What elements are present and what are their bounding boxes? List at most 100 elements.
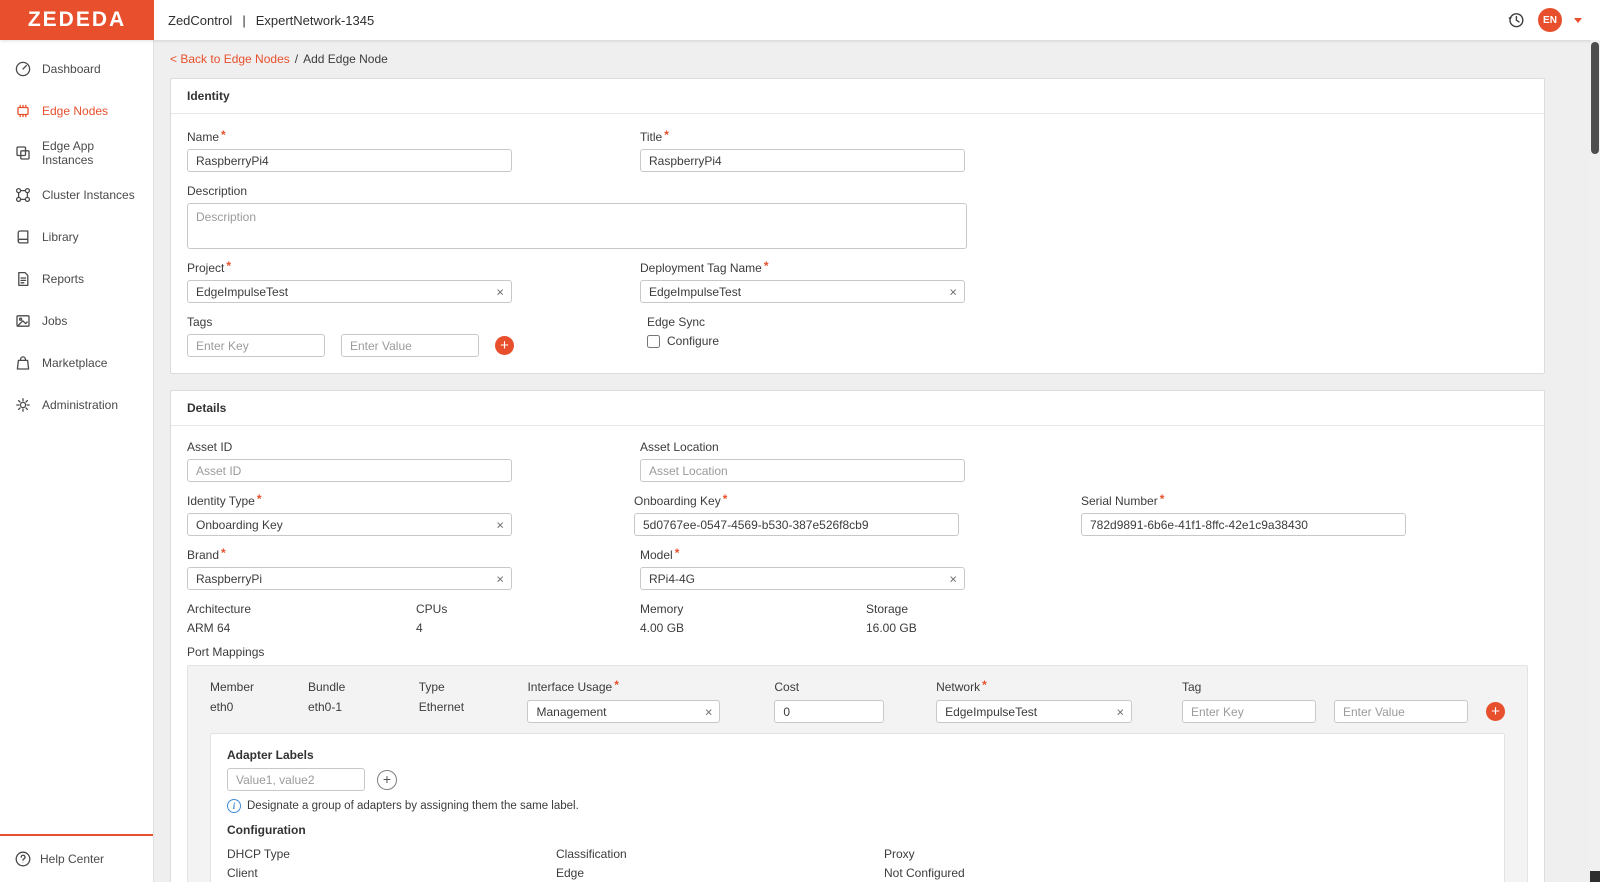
- memory-value: 4.00 GB: [640, 621, 685, 635]
- serial-number-label: Serial Number: [1081, 494, 1528, 508]
- storage-label: Storage: [866, 602, 909, 616]
- description-input[interactable]: [187, 203, 967, 249]
- asset-id-label: Asset ID: [187, 440, 233, 454]
- description-label: Description: [187, 184, 248, 198]
- cpus-label: CPUs: [416, 602, 448, 616]
- identity-type-select[interactable]: ×: [187, 513, 512, 536]
- add-tag-button[interactable]: +: [495, 336, 514, 355]
- storage-value: 16.00 GB: [866, 621, 917, 635]
- sidebar: Dashboard Edge Nodes Edge App Instances …: [0, 40, 154, 882]
- interface-usage-label: Interface Usage: [527, 680, 774, 694]
- avatar[interactable]: EN: [1538, 8, 1562, 32]
- back-to-edge-nodes-link[interactable]: < Back to Edge Nodes: [170, 52, 290, 66]
- sidebar-item-label: Jobs: [42, 314, 68, 328]
- gauge-icon: [14, 60, 32, 78]
- brand-input[interactable]: [187, 567, 512, 590]
- tags-label: Tags: [187, 315, 213, 329]
- logo-text: ZEDEDA: [27, 8, 127, 31]
- clear-icon[interactable]: ×: [949, 285, 957, 298]
- breadcrumb: < Back to Edge Nodes / Add Edge Node: [170, 52, 1545, 66]
- help-center[interactable]: Help Center: [0, 836, 153, 882]
- sidebar-item-administration[interactable]: Administration: [0, 384, 153, 426]
- add-port-mapping-button[interactable]: +: [1486, 702, 1505, 721]
- model-label: Model: [640, 548, 1093, 562]
- interface-usage-input[interactable]: [527, 700, 721, 723]
- clear-icon[interactable]: ×: [1116, 705, 1124, 718]
- name-input[interactable]: [187, 149, 512, 172]
- serial-number-input[interactable]: [1081, 513, 1406, 536]
- clear-icon[interactable]: ×: [949, 572, 957, 585]
- port-tag-key-input[interactable]: [1182, 700, 1316, 723]
- project-select[interactable]: ×: [187, 280, 512, 303]
- identity-section-title: Identity: [171, 79, 1544, 114]
- project-input[interactable]: [187, 280, 512, 303]
- clear-icon[interactable]: ×: [496, 285, 504, 298]
- sidebar-item-library[interactable]: Library: [0, 216, 153, 258]
- asset-location-input[interactable]: [640, 459, 965, 482]
- library-icon: [14, 228, 32, 246]
- sidebar-item-dashboard[interactable]: Dashboard: [0, 48, 153, 90]
- sidebar-item-edge-app-instances[interactable]: Edge App Instances: [0, 132, 153, 174]
- network-select[interactable]: ×: [936, 700, 1133, 723]
- port-mapping-row: Member eth0 Bundle eth0-1 Type Ethernet …: [210, 680, 1505, 723]
- adapter-config-card: Adapter Labels + i Designate a group of …: [210, 733, 1505, 882]
- port-tag-value-input[interactable]: [1334, 700, 1468, 723]
- model-input[interactable]: [640, 567, 965, 590]
- app-title: ZedControl: [168, 12, 233, 28]
- network-label: Network: [936, 680, 1182, 694]
- sidebar-item-reports[interactable]: Reports: [0, 258, 153, 300]
- onboarding-key-label: Onboarding Key: [634, 494, 1081, 508]
- zededa-logo[interactable]: ZEDEDA: [0, 0, 154, 40]
- configuration-title: Configuration: [227, 823, 306, 837]
- identity-type-input[interactable]: [187, 513, 512, 536]
- history-icon[interactable]: [1506, 10, 1526, 30]
- port-tag-label: Tag: [1182, 680, 1202, 694]
- sidebar-item-jobs[interactable]: Jobs: [0, 300, 153, 342]
- proxy-value: Not Configured: [884, 866, 965, 880]
- dhcp-type-value: Client: [227, 866, 258, 880]
- member-label: Member: [210, 680, 255, 694]
- architecture-label: Architecture: [187, 602, 252, 616]
- identity-card: Identity Name Title Description: [170, 78, 1545, 374]
- type-value: Ethernet: [418, 700, 465, 714]
- model-select[interactable]: ×: [640, 567, 965, 590]
- edge-sync-configure-checkbox[interactable]: [647, 334, 660, 348]
- scrollbar[interactable]: [1590, 40, 1600, 882]
- marketplace-icon: [14, 354, 32, 372]
- dhcp-type-label: DHCP Type: [227, 847, 290, 861]
- deployment-tag-input[interactable]: [640, 280, 965, 303]
- jobs-icon: [14, 312, 32, 330]
- adapter-labels-input[interactable]: [227, 768, 365, 791]
- brand-select[interactable]: ×: [187, 567, 512, 590]
- clear-icon[interactable]: ×: [496, 518, 504, 531]
- cost-input[interactable]: [774, 700, 885, 723]
- adapter-labels-hint: i Designate a group of adapters by assig…: [227, 799, 1488, 813]
- clear-icon[interactable]: ×: [705, 705, 713, 718]
- main-content: < Back to Edge Nodes / Add Edge Node Ide…: [154, 40, 1600, 882]
- deployment-tag-select[interactable]: ×: [640, 280, 965, 303]
- tag-key-input[interactable]: [187, 334, 325, 357]
- add-adapter-label-button[interactable]: +: [377, 769, 397, 790]
- asset-id-input[interactable]: [187, 459, 512, 482]
- chevron-down-icon[interactable]: [1574, 17, 1582, 23]
- network-context: ExpertNetwork-1345: [255, 12, 375, 28]
- interface-usage-select[interactable]: ×: [527, 700, 721, 723]
- sidebar-item-edge-nodes[interactable]: Edge Nodes: [0, 90, 153, 132]
- sidebar-item-label: Marketplace: [42, 356, 108, 370]
- sidebar-item-cluster-instances[interactable]: Cluster Instances: [0, 174, 153, 216]
- tag-value-input[interactable]: [341, 334, 479, 357]
- bundle-label: Bundle: [307, 680, 346, 694]
- title-input[interactable]: [640, 149, 965, 172]
- title-separator: |: [242, 12, 246, 28]
- classification-value: Edge: [556, 866, 585, 880]
- clear-icon[interactable]: ×: [496, 572, 504, 585]
- edge-sync-label: Edge Sync: [647, 315, 706, 329]
- sidebar-item-label: Dashboard: [42, 62, 101, 76]
- sidebar-item-marketplace[interactable]: Marketplace: [0, 342, 153, 384]
- scrollbar-corner: [1590, 871, 1600, 882]
- gear-icon: [14, 396, 32, 414]
- onboarding-key-input[interactable]: [634, 513, 959, 536]
- reports-icon: [14, 270, 32, 288]
- scrollbar-thumb[interactable]: [1591, 42, 1599, 154]
- network-input[interactable]: [936, 700, 1133, 723]
